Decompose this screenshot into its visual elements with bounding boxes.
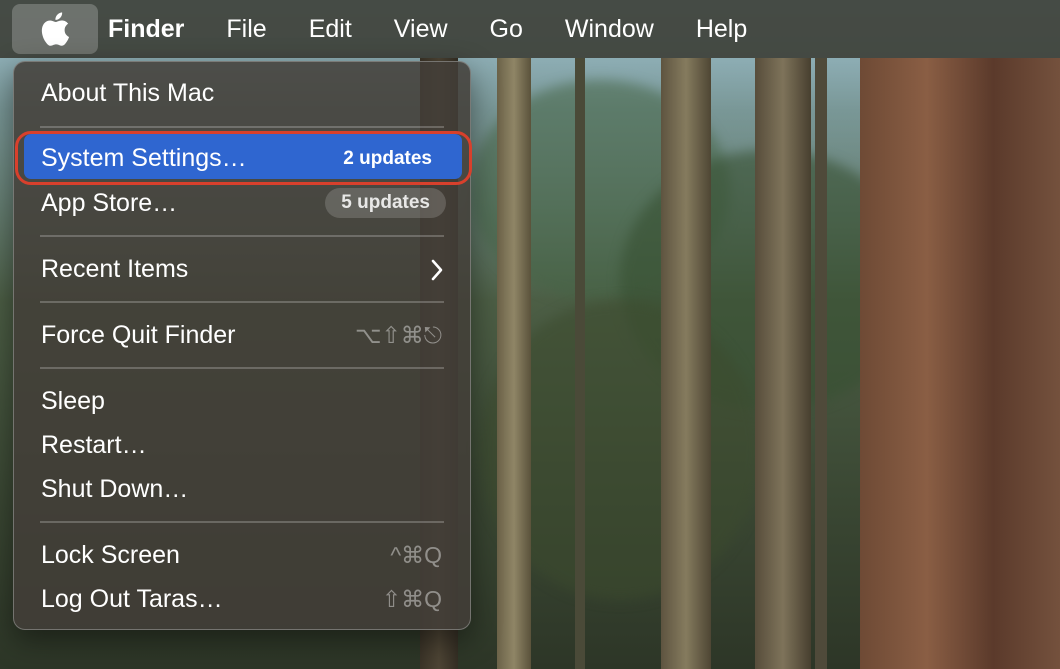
lock-screen-item[interactable]: Lock Screen xyxy=(41,541,180,570)
menu-window[interactable]: Window xyxy=(544,0,675,58)
system-settings-update-badge: 2 updates xyxy=(343,148,432,169)
apple-menu-button[interactable] xyxy=(12,4,98,54)
menu-view[interactable]: View xyxy=(373,0,469,58)
menu-finder[interactable]: Finder xyxy=(98,0,205,58)
system-settings-item[interactable]: System Settings… xyxy=(41,144,247,173)
menu-separator xyxy=(40,521,444,523)
log-out-shortcut: ⇧⌘Q xyxy=(381,586,442,612)
menu-separator xyxy=(40,235,444,237)
log-out-item[interactable]: Log Out Taras… xyxy=(41,585,223,614)
recent-items-item[interactable]: Recent Items xyxy=(41,255,188,284)
menu-separator xyxy=(40,126,444,128)
shut-down-item[interactable]: Shut Down… xyxy=(41,475,188,504)
lock-screen-shortcut: ^⌘Q xyxy=(390,542,442,568)
chevron-right-icon xyxy=(431,259,443,281)
apple-logo-icon xyxy=(41,12,70,46)
app-store-item[interactable]: App Store… xyxy=(41,189,177,218)
app-store-update-badge: 5 updates xyxy=(325,188,446,218)
restart-item[interactable]: Restart… xyxy=(41,431,147,460)
menu-help[interactable]: Help xyxy=(675,0,768,58)
force-quit-item[interactable]: Force Quit Finder xyxy=(41,321,236,350)
menu-separator xyxy=(40,301,444,303)
menu-edit[interactable]: Edit xyxy=(288,0,373,58)
menu-file[interactable]: File xyxy=(205,0,287,58)
about-this-mac-item[interactable]: About This Mac xyxy=(41,79,214,108)
force-quit-shortcut: ⌥⇧⌘⎋ xyxy=(355,322,442,348)
menu-bar: Finder File Edit View Go Window Help xyxy=(0,0,1060,58)
menu-go[interactable]: Go xyxy=(469,0,544,58)
menu-separator xyxy=(40,367,444,369)
sleep-item[interactable]: Sleep xyxy=(41,387,105,416)
apple-menu-dropdown: About This Mac System Settings… 2 update… xyxy=(13,61,472,630)
